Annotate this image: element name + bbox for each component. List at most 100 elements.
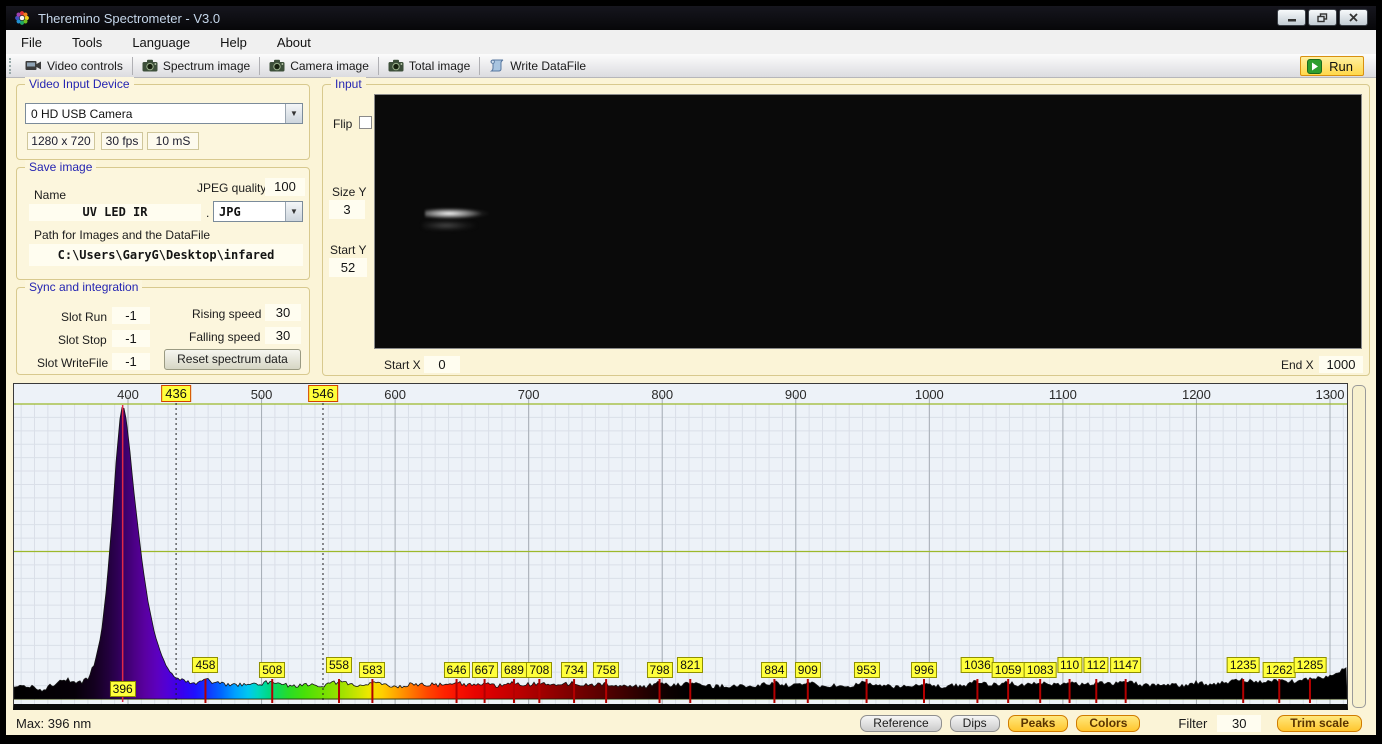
jpeg-quality-label: JPEG quality (197, 181, 267, 195)
app-logo-icon (15, 11, 29, 25)
toolbar-grip (9, 57, 13, 74)
resolution-button[interactable]: 1280 x 720 (27, 132, 95, 150)
axis-tick-label: 1300 (1315, 387, 1345, 402)
rising-speed-field[interactable]: 30 (265, 304, 301, 321)
peak-label: 821 (677, 657, 704, 673)
menu-help[interactable]: Help (205, 31, 262, 54)
total-image-button[interactable]: Total image (381, 56, 477, 76)
slot-stop-label: Slot Stop (58, 333, 107, 347)
camera-image-button[interactable]: Camera image (262, 56, 376, 76)
reference-wavelength-label: 436 (161, 385, 191, 402)
play-icon (1307, 58, 1323, 74)
slot-writefile-label: Slot WriteFile (37, 356, 109, 370)
camera-preview (374, 94, 1362, 349)
falling-speed-field[interactable]: 30 (265, 327, 301, 344)
close-button[interactable] (1339, 9, 1368, 26)
video-device-select[interactable]: 0 HD USB Camera ▼ (25, 103, 303, 124)
dot-separator: . (206, 206, 210, 220)
start-x-label: Start X (384, 358, 421, 372)
slot-run-field[interactable]: -1 (112, 307, 150, 324)
video-input-group: Video Input Device 0 HD USB Camera ▼ 128… (16, 77, 310, 160)
fps-button[interactable]: 30 fps (101, 132, 143, 150)
toolbar-separator (377, 56, 379, 75)
axis-tick-label: 1200 (1181, 387, 1211, 402)
peak-label: 758 (593, 662, 620, 678)
exposure-button[interactable]: 10 mS (147, 132, 199, 150)
peak-label: 583 (359, 662, 386, 678)
flip-checkbox[interactable] (359, 116, 372, 129)
peak-label: 558 (326, 657, 353, 673)
peak-label: 110 (1056, 657, 1083, 673)
peak-label: 1285 (1293, 657, 1327, 673)
menu-language[interactable]: Language (117, 31, 205, 54)
dips-button[interactable]: Dips (949, 715, 1000, 732)
peak-label: 1059 (991, 662, 1025, 678)
minimize-button[interactable] (1277, 9, 1306, 26)
peak-label: 1262 (1262, 662, 1296, 678)
axis-tick-label: 600 (384, 387, 406, 402)
end-x-field[interactable]: 1000 (1319, 356, 1363, 373)
spectrum-image-button[interactable]: Spectrum image (135, 56, 257, 76)
start-y-label: Start Y (330, 243, 367, 257)
start-y-field[interactable]: 52 (329, 258, 367, 277)
menu-file[interactable]: File (6, 31, 57, 54)
peak-label: 112 (1083, 657, 1109, 673)
menu-about[interactable]: About (262, 31, 326, 54)
run-button[interactable]: Run (1300, 56, 1364, 76)
restore-button[interactable] (1308, 9, 1337, 26)
axis-tick-label: 900 (784, 387, 807, 402)
name-label: Name (34, 188, 67, 202)
path-label: Path for Images and the DataFile (34, 228, 211, 242)
end-x-label: End X (1281, 358, 1314, 372)
trim-scale-button[interactable]: Trim scale (1277, 715, 1362, 732)
reference-button[interactable]: Reference (860, 715, 942, 732)
axis-tick-label: 400 (117, 387, 139, 402)
chevron-down-icon[interactable]: ▼ (285, 104, 302, 123)
size-y-field[interactable]: 3 (329, 200, 365, 219)
input-title: Input (331, 77, 366, 91)
camera-icon (142, 59, 158, 72)
toolbar-separator (479, 56, 481, 75)
spectrum-streak (425, 207, 501, 220)
size-y-label: Size Y (332, 185, 367, 199)
max-peak-readout: Max: 396 nm (16, 716, 92, 731)
peak-label: 1235 (1226, 657, 1260, 673)
video-camera-icon (25, 61, 41, 70)
chevron-down-icon[interactable]: ▼ (285, 202, 302, 221)
sync-title: Sync and integration (25, 280, 143, 294)
slot-writefile-field[interactable]: -1 (112, 353, 150, 370)
peaks-button[interactable]: Peaks (1007, 715, 1069, 732)
filter-label: Filter (1178, 716, 1208, 731)
save-image-group: Save image JPEG quality 100 Name UV LED … (16, 160, 310, 280)
video-controls-button[interactable]: Video controls (18, 56, 130, 76)
video-input-title: Video Input Device (25, 77, 134, 91)
status-bar: Max: 396 nm Reference Dips Peaks Colors … (6, 712, 1376, 735)
main-peak-label: 396 (109, 681, 136, 697)
spectrum-chart[interactable]: 400 500 600 700 800 900 1000 1100 1200 1300 436 546… (13, 383, 1348, 710)
reference-wavelength-label: 546 (308, 385, 338, 402)
axis-tick-label: 1100 (1048, 387, 1077, 402)
slot-stop-field[interactable]: -1 (112, 330, 150, 347)
slot-run-label: Slot Run (61, 310, 108, 324)
save-image-title: Save image (25, 160, 97, 174)
toolbar-separator (259, 56, 261, 75)
name-field[interactable]: UV LED IR (29, 204, 201, 221)
filter-field[interactable]: 30 (1217, 715, 1262, 732)
sync-group: Sync and integration Slot Run -1 Slot St… (16, 280, 310, 375)
peak-label: 996 (910, 662, 937, 678)
axis-tick-label: 1000 (914, 387, 944, 402)
menu-tools[interactable]: Tools (57, 31, 117, 54)
write-datafile-button[interactable]: Write DataFile (482, 56, 593, 76)
camera-icon (388, 59, 404, 72)
toolbar: Video controls Spectrum image Camera ima… (6, 54, 1376, 78)
scale-slider[interactable] (1352, 385, 1366, 708)
toolbar-separator (131, 56, 133, 75)
peak-label: 708 (526, 662, 553, 678)
start-x-field[interactable]: 0 (424, 356, 460, 373)
colors-button[interactable]: Colors (1076, 715, 1141, 732)
path-field[interactable]: C:\Users\GaryG\Desktop\infared (29, 244, 303, 266)
peak-label: 798 (646, 662, 673, 678)
jpeg-quality-field[interactable]: 100 (265, 178, 305, 196)
format-select[interactable]: JPG ▼ (213, 201, 303, 222)
reset-spectrum-button[interactable]: Reset spectrum data (164, 349, 301, 370)
